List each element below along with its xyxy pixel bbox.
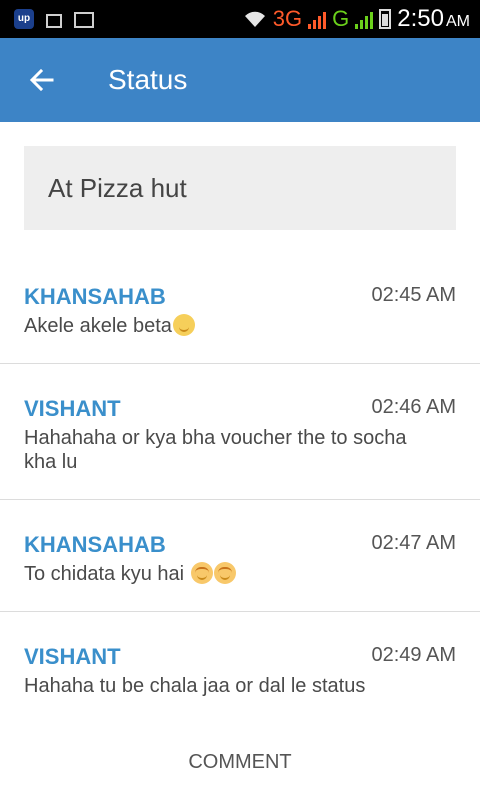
- comment-text: Hahahaha or kya bha voucher the to socha…: [24, 427, 407, 473]
- comment-time: 02:45 AM: [371, 284, 456, 306]
- comment-author[interactable]: VISHANT: [24, 644, 121, 670]
- system-icons: 3G G 2:50 AM: [243, 3, 470, 35]
- comment-time: 02:46 AM: [371, 396, 456, 418]
- back-arrow-icon[interactable]: [26, 64, 58, 96]
- mail-notification-icon: [74, 12, 94, 28]
- status-bar: up 3G G 2:50 AM: [0, 0, 480, 38]
- wifi-icon: [244, 11, 265, 27]
- comment-author[interactable]: VISHANT: [24, 396, 121, 422]
- comment-author[interactable]: KHANSAHAB: [24, 532, 166, 558]
- comment-item: VISHANT 02:46 AM Hahahaha or kya bha vou…: [0, 364, 480, 500]
- smiling-face-emoji-icon: [172, 314, 195, 336]
- app-notification-icon: up: [14, 9, 34, 29]
- clock: 2:50 AM: [397, 5, 470, 33]
- comment-text-content: Akele akele beta: [24, 315, 172, 337]
- app-bar: Status: [0, 38, 480, 122]
- comment-time: 02:47 AM: [371, 532, 456, 554]
- comment-time: 02:49 AM: [371, 644, 456, 666]
- comment-item: VISHANT 02:49 AM Hahaha tu be chala jaa …: [0, 612, 480, 722]
- network-g-label: G: [332, 6, 350, 31]
- comment-item: KHANSAHAB 02:47 AM To chidata kyu hai: [0, 500, 480, 612]
- network-3g-label: 3G: [272, 6, 303, 31]
- laughing-face-emoji-icon: [213, 562, 236, 584]
- battery-icon: [379, 9, 392, 29]
- clock-ampm: AM: [446, 13, 470, 30]
- signal-g-icon: [355, 9, 374, 29]
- laughing-face-emoji-icon: [190, 562, 213, 584]
- comment-button[interactable]: COMMENT: [0, 740, 480, 784]
- status-text: At Pizza hut: [24, 146, 456, 230]
- signal-3g-icon: [308, 9, 327, 29]
- image-notification-icon: [46, 13, 62, 28]
- comment-text: Akele akele beta: [24, 314, 444, 338]
- comment-text-content: To chidata kyu hai: [24, 563, 190, 585]
- page-title: Status: [108, 64, 188, 95]
- clock-time: 2:50: [397, 5, 444, 32]
- comment-text: Hahaha tu be chala jaa or dal le status: [24, 675, 366, 697]
- comment-item: KHANSAHAB 02:45 AM Akele akele beta: [0, 254, 480, 364]
- comment-text: To chidata kyu hai: [24, 562, 444, 586]
- comment-author[interactable]: KHANSAHAB: [24, 284, 166, 310]
- notification-icons: up: [14, 7, 94, 31]
